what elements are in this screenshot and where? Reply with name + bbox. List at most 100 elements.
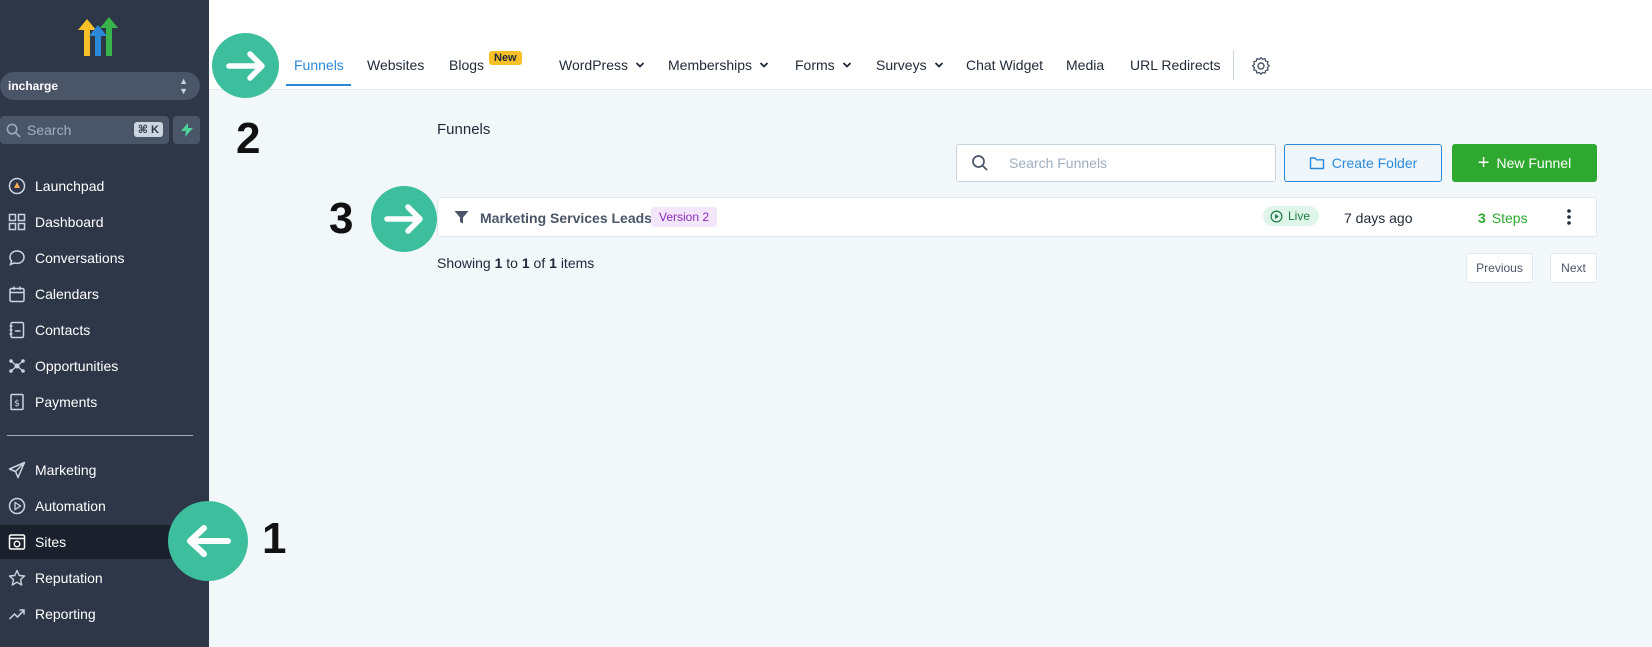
sidebar-item-label: Automation <box>35 498 106 514</box>
create-folder-label: Create Folder <box>1331 155 1418 171</box>
sidebar-item-label: Reputation <box>35 570 103 586</box>
sidebar-item-label: Contacts <box>35 322 91 338</box>
showing-of-word: of <box>533 255 546 271</box>
sidebar-search[interactable]: Search ⌘ K <box>0 116 169 144</box>
tab-memberships[interactable]: Memberships <box>668 54 769 76</box>
tab-label: WordPress <box>559 57 628 73</box>
showing-items-word: items <box>560 255 595 271</box>
showing-total: 1 <box>549 255 557 271</box>
tab-label: Memberships <box>668 57 753 73</box>
sidebar-item-dashboard[interactable]: Dashboard <box>0 205 209 239</box>
more-options-icon[interactable] <box>1564 208 1574 226</box>
tab-websites[interactable]: Websites <box>367 54 424 76</box>
sidebar-item-marketing[interactable]: Marketing <box>0 453 209 487</box>
dashboard-icon <box>8 213 26 231</box>
showing-to-word: to <box>506 255 518 271</box>
chevron-down-icon <box>934 62 943 68</box>
tab-label: Chat Widget <box>966 57 1044 73</box>
search-icon <box>6 123 21 138</box>
launchpad-icon <box>8 177 26 195</box>
tab-surveys[interactable]: Surveys <box>876 54 944 76</box>
plus-icon: + <box>1477 152 1490 174</box>
svg-text:$: $ <box>14 399 20 409</box>
status-badge: Live <box>1263 206 1320 226</box>
create-folder-button[interactable]: Create Folder <box>1284 144 1442 182</box>
lightning-icon <box>180 123 193 137</box>
gear-icon[interactable] <box>1251 56 1271 76</box>
search-icon <box>972 155 988 171</box>
chevron-down-icon <box>842 62 851 68</box>
showing-to: 1 <box>521 255 530 271</box>
chevron-down-icon <box>635 62 645 68</box>
next-page-button[interactable]: Next <box>1550 253 1597 283</box>
sidebar-item-calendars[interactable]: Calendars <box>0 277 209 311</box>
sidebar-item-payments[interactable]: $ Payments <box>0 385 209 419</box>
previous-page-button[interactable]: Previous <box>1466 253 1533 283</box>
tab-label: Blogs <box>449 57 485 73</box>
updated-time: 7 days ago <box>1344 210 1413 226</box>
annotation-arrow-right-3 <box>371 186 437 252</box>
star-icon <box>8 569 26 586</box>
automation-icon <box>8 497 26 515</box>
app-logo-icon[interactable] <box>78 16 122 56</box>
sidebar-item-label: Launchpad <box>35 178 105 194</box>
sidebar-item-label: Sites <box>35 534 67 550</box>
sidebar-item-conversations[interactable]: Conversations <box>0 241 209 275</box>
sidebar-item-label: Dashboard <box>35 214 104 230</box>
steps-link[interactable]: 3 Steps <box>1478 210 1528 226</box>
payments-icon: $ <box>10 393 24 411</box>
opportunities-icon <box>9 359 25 373</box>
annotation-arrow-left-1 <box>168 501 248 581</box>
sidebar-item-label: Reporting <box>35 606 96 622</box>
sidebar-item-label: Marketing <box>35 462 97 478</box>
account-switcher[interactable]: incharge ▲ ▼ <box>0 72 200 100</box>
chevron-down-icon <box>759 62 769 68</box>
step-count: 3 <box>1478 210 1486 226</box>
pagination-summary: Showing 1 to 1 of 1 items <box>437 255 594 271</box>
table-row[interactable]: Marketing Services Leads Version 2 Live … <box>437 197 1597 237</box>
new-funnel-label: New Funnel <box>1496 155 1572 171</box>
chat-bubble-icon <box>9 250 25 266</box>
tab-funnels[interactable]: Funnels <box>294 54 344 76</box>
tab-label: URL Redirects <box>1130 57 1221 73</box>
top-navigation-bar <box>209 0 1652 90</box>
version-badge: Version 2 <box>651 207 718 227</box>
arrow-right-icon <box>225 50 265 81</box>
sidebar-item-label: Opportunities <box>35 358 119 374</box>
tab-label: Websites <box>367 57 425 73</box>
new-badge: New <box>489 51 522 65</box>
tab-forms[interactable]: Forms <box>795 54 852 76</box>
tab-label: Media <box>1066 57 1105 73</box>
annotation-number-3: 3 <box>329 194 354 243</box>
steps-label: Steps <box>1491 210 1528 226</box>
quick-actions-button[interactable] <box>173 116 200 144</box>
sidebar-item-contacts[interactable]: Contacts <box>0 313 209 347</box>
funnel-name[interactable]: Marketing Services Leads <box>480 210 652 226</box>
sidebar-item-reporting[interactable]: Reporting <box>0 597 209 631</box>
funnel-search[interactable] <box>956 144 1276 182</box>
tab-media[interactable]: Media <box>1066 54 1104 76</box>
contacts-icon <box>9 321 25 339</box>
arrow-left-icon <box>187 525 231 557</box>
sidebar-item-label: Conversations <box>35 250 125 266</box>
active-tab-underline <box>286 84 351 86</box>
sidebar-item-label: Calendars <box>35 286 99 302</box>
search-shortcut-badge: ⌘ K <box>133 122 163 137</box>
sidebar-item-launchpad[interactable]: Launchpad <box>0 169 209 203</box>
sidebar-item-opportunities[interactable]: Opportunities <box>0 349 209 383</box>
tab-label: Funnels <box>294 57 344 73</box>
play-circle-icon <box>1270 210 1283 222</box>
trend-icon <box>8 609 25 620</box>
tab-blogs[interactable]: Blogs <box>449 54 484 76</box>
new-funnel-button[interactable]: + New Funnel <box>1452 144 1597 182</box>
funnel-search-input[interactable] <box>1009 155 1259 171</box>
tab-chat-widget[interactable]: Chat Widget <box>966 54 1043 76</box>
arrow-right-icon <box>384 204 423 234</box>
sidebar-search-placeholder: Search <box>27 122 72 138</box>
sidebar-divider <box>7 435 193 436</box>
account-name: incharge <box>8 79 59 93</box>
tab-url-redirects[interactable]: URL Redirects <box>1130 54 1221 76</box>
tab-wordpress[interactable]: WordPress <box>559 54 645 76</box>
calendar-icon <box>9 286 25 303</box>
status-text: Live <box>1288 209 1311 223</box>
